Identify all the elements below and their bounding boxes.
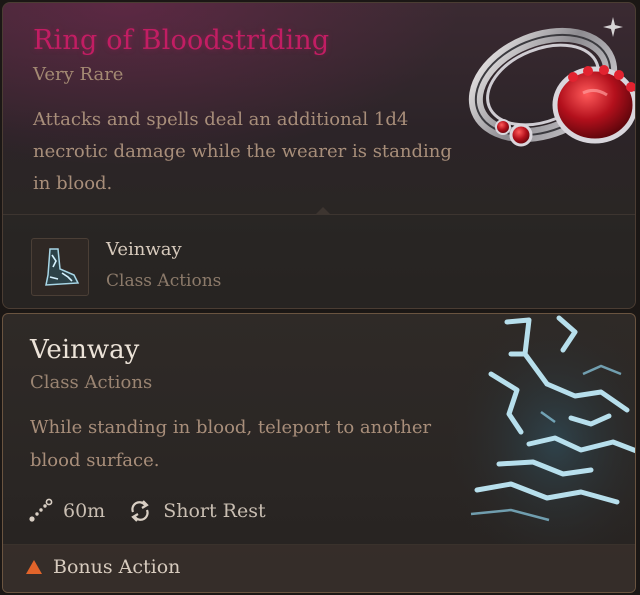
veinway-icon[interactable] xyxy=(31,238,89,296)
spell-description: While standing in blood, teleport to ano… xyxy=(30,417,432,471)
item-description: Attacks and spells deal an additional 1d… xyxy=(33,109,452,194)
granted-action-section xyxy=(3,214,635,308)
recharge-icon xyxy=(131,500,149,522)
range-icon xyxy=(29,498,53,522)
spell-tooltip: Veinway Class Actions While standing in … xyxy=(2,313,636,593)
bonus-action-triangle-icon xyxy=(26,560,42,574)
granted-action-type: Class Actions xyxy=(106,271,222,291)
spell-stats-row: 60m Short Rest xyxy=(27,496,288,526)
spell-name: Veinway xyxy=(30,335,140,365)
range-value: 60m xyxy=(63,500,106,522)
item-name: Ring of Bloodstriding xyxy=(33,25,330,56)
recharge-stat: Short Rest xyxy=(127,498,266,524)
item-rarity: Very Rare xyxy=(33,64,124,85)
ruby-ring-icon xyxy=(468,17,635,147)
spell-type: Class Actions xyxy=(30,372,153,393)
veinway-foot-icon xyxy=(45,248,80,286)
item-tooltip: Ring of Bloodstriding Very Rare Attacks … xyxy=(2,2,636,309)
action-cost-label: Bonus Action xyxy=(53,556,181,578)
granted-action-name: Veinway xyxy=(106,239,182,260)
recharge-value: Short Rest xyxy=(163,500,266,522)
veinway-art-icon xyxy=(451,314,635,546)
range-stat: 60m xyxy=(27,498,105,524)
